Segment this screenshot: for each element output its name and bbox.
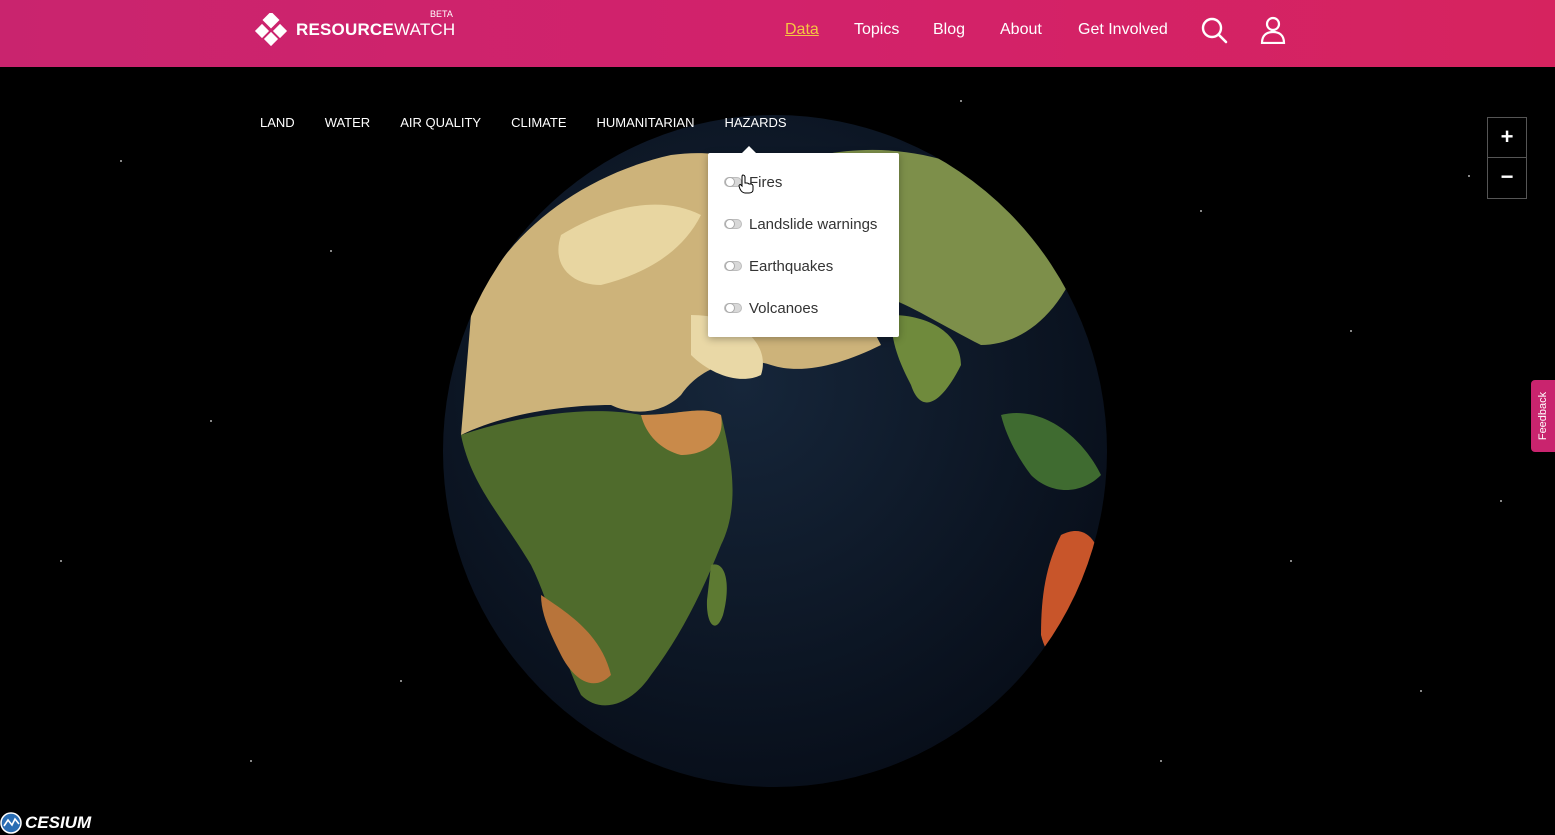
nav-blog[interactable]: Blog [933, 21, 965, 39]
layer-label: Landslide warnings [749, 215, 878, 233]
feedback-tab[interactable]: Feedback [1531, 380, 1555, 452]
layer-item-volcanoes[interactable]: Volcanoes [724, 298, 818, 318]
category-air-quality[interactable]: AIR QUALITY [400, 115, 481, 130]
toggle-switch[interactable] [724, 261, 742, 271]
cesium-text: CESIUM [25, 813, 92, 832]
beta-badge: BETA [430, 9, 453, 19]
nav-data[interactable]: Data [785, 21, 819, 39]
cesium-logo-icon [0, 812, 22, 834]
category-humanitarian[interactable]: HUMANITARIAN [597, 115, 695, 130]
category-water[interactable]: WATER [325, 115, 371, 130]
logo-icon [254, 11, 288, 47]
cesium-attribution[interactable]: CESIUM [0, 812, 91, 834]
toggle-switch[interactable] [724, 303, 742, 313]
category-menu: LAND WATER AIR QUALITY CLIMATE HUMANITAR… [260, 115, 817, 130]
hazards-dropdown: Fires Landslide warnings Earthquakes Vol… [708, 146, 899, 337]
logo-text-thin: WATCH [393, 20, 456, 39]
layer-item-landslide-warnings[interactable]: Landslide warnings [724, 214, 877, 234]
layer-label: Earthquakes [749, 257, 834, 275]
zoom-controls: + − [1487, 117, 1527, 199]
category-climate[interactable]: CLIMATE [511, 115, 566, 130]
logo-text-bold: RESOURCE [296, 20, 394, 39]
layer-item-earthquakes[interactable]: Earthquakes [724, 256, 833, 276]
nav-get-involved[interactable]: Get Involved [1078, 21, 1168, 39]
nav-topics[interactable]: Topics [854, 21, 899, 39]
toggle-switch[interactable] [724, 219, 742, 229]
hand-cursor-icon [738, 174, 754, 199]
site-header: RESOURCEWATCH BETA Data Topics Blog Abou… [0, 0, 1555, 67]
layer-label: Fires [749, 173, 783, 191]
logo[interactable]: RESOURCEWATCH [254, 11, 456, 47]
search-icon[interactable] [1200, 16, 1228, 44]
user-icon[interactable] [1260, 16, 1288, 45]
layer-label: Volcanoes [749, 299, 819, 317]
zoom-in-button[interactable]: + [1488, 118, 1526, 158]
category-hazards[interactable]: HAZARDS [724, 115, 786, 130]
category-land[interactable]: LAND [260, 115, 295, 130]
nav-about[interactable]: About [1000, 21, 1042, 39]
feedback-label: Feedback [1537, 391, 1549, 441]
zoom-out-button[interactable]: − [1488, 158, 1526, 197]
